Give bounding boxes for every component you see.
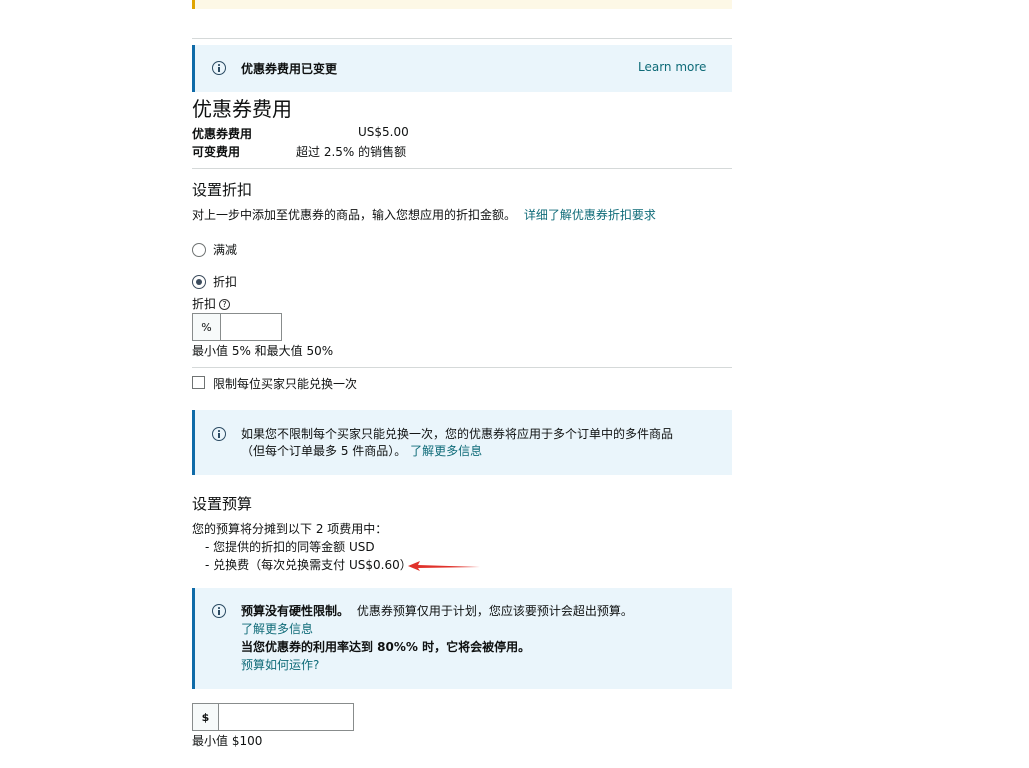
limit-once-label: 限制每位买家只能兑换一次 bbox=[213, 377, 358, 391]
discount-hint: 最小值 5% 和最大值 50% bbox=[192, 344, 334, 358]
fee-value: US$5.00 bbox=[358, 125, 409, 139]
discount-field-label: 折扣? bbox=[192, 295, 231, 312]
fees-heading: 优惠券费用 bbox=[192, 97, 292, 121]
limit-notice-line2: （但每个订单最多 5 件商品）。 了解更多信息 bbox=[241, 442, 482, 459]
learn-more-link[interactable]: Learn more bbox=[638, 60, 706, 74]
percent-off-radio[interactable] bbox=[192, 275, 206, 289]
divider bbox=[192, 38, 732, 39]
discount-field-label-text: 折扣 bbox=[192, 297, 217, 311]
divider bbox=[192, 168, 732, 169]
discount-percent-input-group: % bbox=[192, 313, 282, 341]
discount-description-text: 对上一步中添加至优惠券的商品，输入您想应用的折扣金额。 bbox=[192, 208, 517, 222]
how-budget-works-link[interactable]: 预算如何运作? bbox=[241, 656, 319, 673]
budget-notice: 预算没有硬性限制。 优惠券预算仅用于计划，您应该要预计会超出预算。 了解更多信息… bbox=[192, 588, 732, 689]
variable-fee-label: 可变费用 bbox=[192, 145, 241, 159]
info-icon bbox=[212, 61, 226, 75]
amount-off-radio[interactable] bbox=[192, 243, 206, 257]
discount-heading: 设置折扣 bbox=[192, 181, 253, 199]
help-icon[interactable]: ? bbox=[219, 299, 231, 310]
budget-input-group: $ bbox=[192, 703, 354, 731]
discount-description: 对上一步中添加至优惠券的商品，输入您想应用的折扣金额。 详细了解优惠券折扣要求 bbox=[192, 206, 656, 223]
info-icon bbox=[212, 427, 226, 441]
limit-notice: 如果您不限制每个买家只能兑换一次，您的优惠券将应用于多个订单中的多件商品 （但每… bbox=[192, 410, 732, 475]
warning-alert-bar bbox=[192, 0, 732, 9]
budget-notice-line1: 预算没有硬性限制。 优惠券预算仅用于计划，您应该要预计会超出预算。 bbox=[241, 602, 633, 619]
discount-requirements-link[interactable]: 详细了解优惠券折扣要求 bbox=[524, 208, 656, 222]
budget-warning: 当您优惠券的利用率达到 80%% 时，它将会被停用。 bbox=[241, 640, 531, 654]
budget-notice-text: 优惠券预算仅用于计划，您应该要预计会超出预算。 bbox=[356, 604, 633, 618]
budget-intro: 您的预算将分摊到以下 2 项费用中： bbox=[192, 522, 388, 536]
budget-item-discount: - 您提供的折扣的同等金额 USD bbox=[205, 540, 375, 554]
budget-item-redemption-fee: - 兑换费（每次兑换需支付 US$0.60） bbox=[205, 558, 412, 572]
limit-notice-line2-text: （但每个订单最多 5 件商品）。 bbox=[241, 444, 407, 458]
percent-off-label: 折扣 bbox=[213, 275, 238, 289]
fee-label: 优惠券费用 bbox=[192, 127, 253, 141]
discount-percent-input[interactable] bbox=[221, 314, 281, 340]
variable-fee-value: 超过 2.5% 的销售额 bbox=[296, 145, 407, 159]
budget-notice-title: 预算没有硬性限制。 bbox=[241, 604, 350, 618]
limit-once-checkbox[interactable] bbox=[192, 376, 205, 389]
percent-prefix: % bbox=[193, 314, 221, 340]
fee-changed-notice: 优惠券费用已变更 Learn more bbox=[192, 45, 732, 92]
budget-learn-more-link[interactable]: 了解更多信息 bbox=[241, 620, 313, 637]
notice-title: 优惠券费用已变更 bbox=[241, 62, 338, 76]
budget-input[interactable] bbox=[219, 704, 353, 730]
budget-hint: 最小值 $100 bbox=[192, 734, 263, 748]
limit-notice-line1: 如果您不限制每个买家只能兑换一次，您的优惠券将应用于多个订单中的多件商品 bbox=[241, 427, 674, 441]
divider bbox=[192, 367, 732, 368]
annotation-arrow bbox=[408, 561, 480, 571]
limit-learn-more-link[interactable]: 了解更多信息 bbox=[410, 444, 482, 458]
budget-heading: 设置预算 bbox=[192, 495, 253, 513]
info-icon bbox=[212, 604, 226, 618]
amount-off-label: 满减 bbox=[213, 243, 238, 257]
dollar-prefix: $ bbox=[193, 704, 219, 730]
